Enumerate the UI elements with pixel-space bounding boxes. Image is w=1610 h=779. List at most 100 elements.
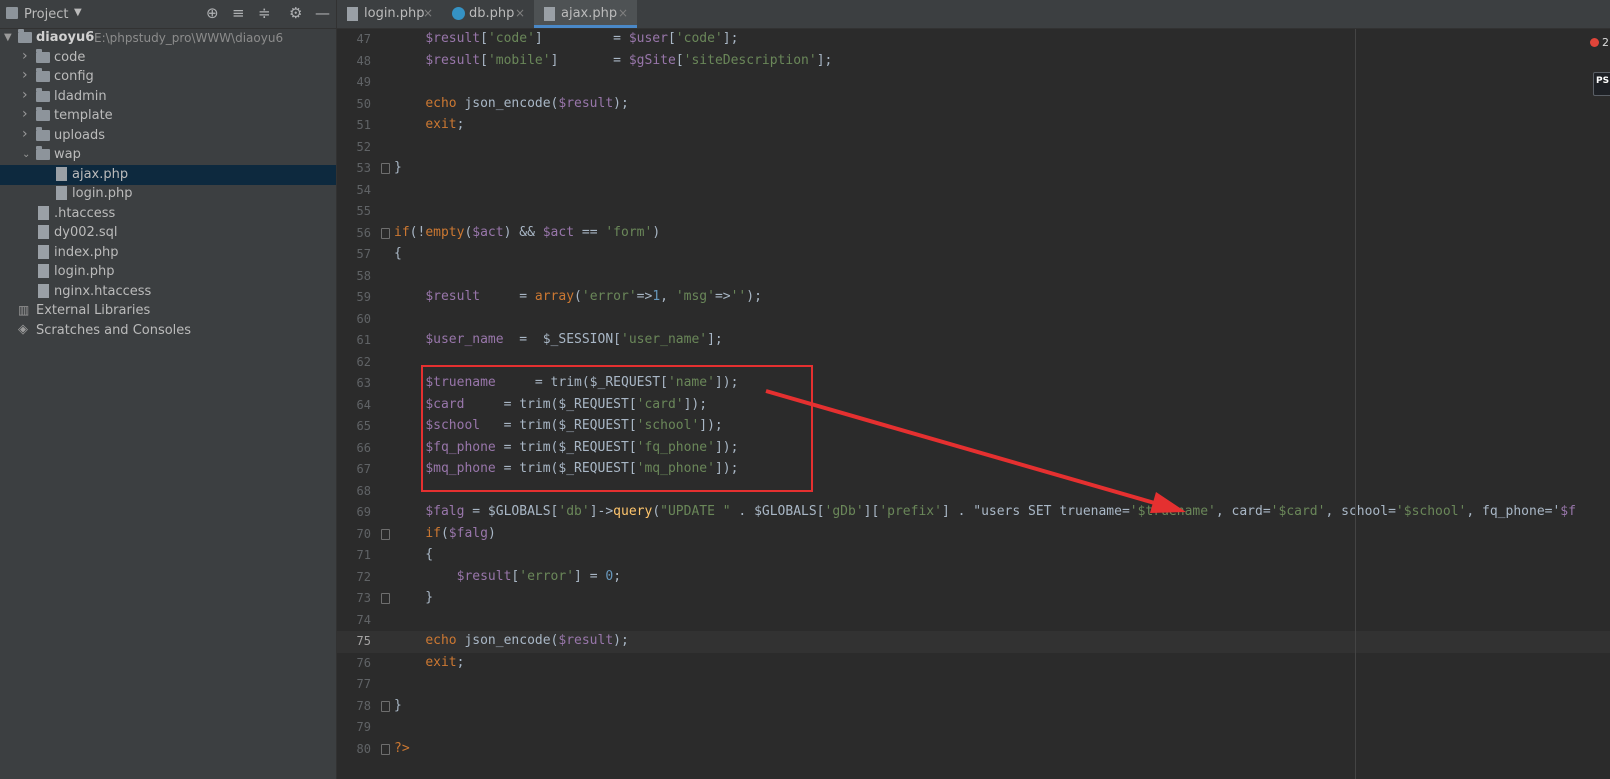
code-line[interactable]: 70 if($falg) [337,524,1610,546]
line-number[interactable]: 59 [337,290,371,304]
line-number[interactable]: 67 [337,462,371,476]
code-text[interactable]: } [394,160,402,175]
line-number[interactable]: 80 [337,742,371,756]
tab-db-php[interactable]: db.php × [442,0,534,28]
expand-all-icon[interactable]: ≡ [232,5,245,21]
code-line[interactable]: 59 $result = array('error'=>1, 'msg'=>''… [337,287,1610,309]
fold-marker-icon[interactable] [381,163,390,174]
code-line[interactable]: 50 echo json_encode($result); [337,94,1610,116]
code-text[interactable]: echo json_encode($result); [394,96,629,111]
code-line[interactable]: 58 [337,266,1610,288]
code-text[interactable]: { [394,547,433,562]
line-number[interactable]: 50 [337,97,371,111]
code-text[interactable]: $falg = $GLOBALS['db']->query("UPDATE " … [394,504,1576,519]
code-line[interactable]: 73 } [337,588,1610,610]
line-number[interactable]: 51 [337,118,371,132]
chevron-right-icon[interactable]: › [22,48,28,64]
code-line[interactable]: 78} [337,696,1610,718]
tree-item-scratches-and-consoles[interactable]: ◈ Scratches and Consoles [0,321,336,341]
tree-item--htaccess[interactable]: .htaccess [0,204,336,224]
tree-item-index-php[interactable]: index.php [0,243,336,263]
locate-icon[interactable]: ⊕ [206,5,219,21]
line-number[interactable]: 48 [337,54,371,68]
close-icon[interactable]: × [618,6,628,20]
line-number[interactable]: 52 [337,140,371,154]
error-icon[interactable] [1590,38,1599,47]
project-panel-title[interactable]: Project [24,7,68,22]
code-line[interactable]: 55 [337,201,1610,223]
tree-item-code[interactable]: › code [0,48,336,68]
line-number[interactable]: 68 [337,484,371,498]
phpstorm-badge-icon[interactable]: PS [1593,72,1610,96]
line-number[interactable]: 77 [337,677,371,691]
line-number[interactable]: 53 [337,161,371,175]
line-number[interactable]: 65 [337,419,371,433]
code-text[interactable]: echo json_encode($result); [394,633,629,648]
code-text[interactable]: $result['mobile'] = $gSite['siteDescript… [394,53,832,68]
code-line[interactable]: 56 if(!empty($act) && $act == 'form') [337,223,1610,245]
tab-ajax-php[interactable]: ajax.php × [534,0,637,28]
fold-marker-icon[interactable] [381,743,390,755]
code-line[interactable]: 76 exit; [337,653,1610,675]
line-number[interactable]: 75 [337,634,371,648]
code-line[interactable]: 52 [337,137,1610,159]
line-number[interactable]: 61 [337,333,371,347]
tree-item-ldadmin[interactable]: › ldadmin [0,87,336,107]
code-text[interactable]: } [394,698,402,713]
chevron-right-icon[interactable]: › [22,87,28,103]
close-icon[interactable]: × [515,6,525,20]
code-line[interactable]: 51 exit; [337,115,1610,137]
tree-item-config[interactable]: › config [0,67,336,87]
line-number[interactable]: 69 [337,505,371,519]
code-line[interactable]: 49 [337,72,1610,94]
code-line[interactable]: 53} [337,158,1610,180]
line-number[interactable]: 63 [337,376,371,390]
fold-marker-icon[interactable] [381,700,390,712]
collapse-all-icon[interactable]: ≑ [258,5,271,21]
line-number[interactable]: 47 [337,32,371,46]
line-number[interactable]: 49 [337,75,371,89]
code-text[interactable]: exit; [394,117,464,132]
project-view-icon[interactable] [6,7,18,19]
code-line[interactable]: 60 [337,309,1610,331]
line-number[interactable]: 71 [337,548,371,562]
chevron-down-icon[interactable]: ▼ [74,7,82,18]
code-line[interactable]: 80 ?> [337,739,1610,761]
line-number[interactable]: 62 [337,355,371,369]
line-number[interactable]: 76 [337,656,371,670]
line-number[interactable]: 79 [337,720,371,734]
line-number[interactable]: 66 [337,441,371,455]
tree-item-dy002-sql[interactable]: dy002.sql [0,223,336,243]
code-text[interactable]: if($falg) [394,526,495,541]
chevron-down-icon[interactable]: ▼ [4,32,12,43]
code-text[interactable]: $result['error'] = 0; [394,569,621,584]
tree-item-external-libraries[interactable]: ▥ External Libraries [0,301,336,321]
code-text[interactable]: exit; [394,655,464,670]
line-number[interactable]: 78 [337,699,371,713]
fold-marker-icon[interactable] [381,227,390,239]
tree-item-login-php[interactable]: login.php [0,262,336,282]
line-number[interactable]: 74 [337,613,371,627]
line-number[interactable]: 72 [337,570,371,584]
chevron-right-icon[interactable]: › [22,106,28,122]
line-number[interactable]: 58 [337,269,371,283]
line-number[interactable]: 60 [337,312,371,326]
fold-marker-icon[interactable] [381,528,390,540]
code-line[interactable]: 61 $user_name = $_SESSION['user_name']; [337,330,1610,352]
tree-item-login-php[interactable]: login.php [0,184,336,204]
fold-marker-icon[interactable] [381,593,390,604]
code-line[interactable]: 75 echo json_encode($result); [337,631,1610,653]
chevron-down-icon[interactable]: ⌄ [22,149,30,160]
line-number[interactable]: 55 [337,204,371,218]
code-line[interactable]: 54 [337,180,1610,202]
line-number[interactable]: 56 [337,226,371,240]
error-count[interactable]: 2 [1602,36,1609,49]
tree-item-wap[interactable]: ⌄ wap [0,145,336,165]
code-line[interactable]: 48 $result['mobile'] = $gSite['siteDescr… [337,51,1610,73]
line-number[interactable]: 57 [337,247,371,261]
tree-item-ajax-php[interactable]: ajax.php [0,164,336,185]
code-line[interactable]: 77 [337,674,1610,696]
line-number[interactable]: 73 [337,591,371,605]
code-line[interactable]: 57 { [337,244,1610,266]
code-line[interactable]: 72 $result['error'] = 0; [337,567,1610,589]
